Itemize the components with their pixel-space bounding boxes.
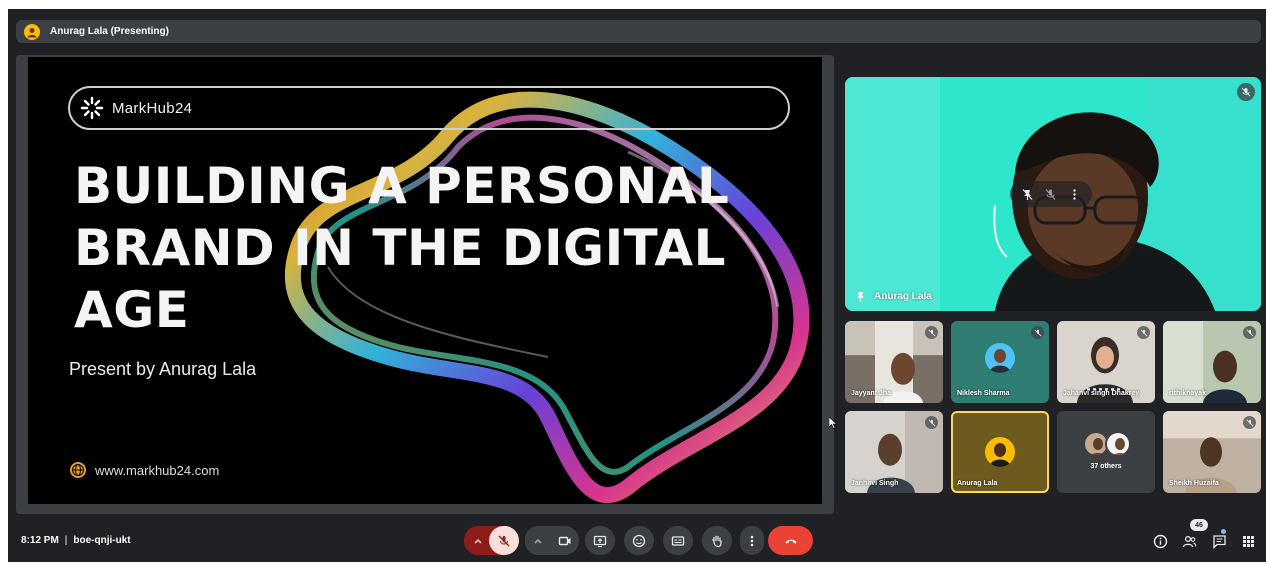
presentation-slide: MarkHub24 BUILDING A PERSONAL BRAND IN T… <box>28 57 822 504</box>
speaker-name-label: Anurag Lala <box>855 291 932 302</box>
brand-pill: MarkHub24 <box>68 86 790 130</box>
mic-off-icon <box>925 416 938 429</box>
camera-button[interactable] <box>550 526 579 555</box>
chat-icon <box>1212 534 1226 549</box>
mute-participant-button[interactable] <box>1044 188 1057 201</box>
mic-off-icon <box>1243 416 1256 429</box>
more-options-button[interactable] <box>740 526 764 555</box>
unpin-icon <box>1022 188 1033 200</box>
others-count: 37 others <box>1090 463 1122 470</box>
people-button[interactable] <box>1180 532 1198 550</box>
activities-button[interactable] <box>1239 532 1257 550</box>
video-options-button[interactable] <box>525 526 551 555</box>
speaker-name: Anurag Lala <box>874 291 932 302</box>
meeting-code: boe-qnji-ukt <box>73 535 131 546</box>
slide-title-line: BUILDING A PERSONAL <box>74 157 730 215</box>
separator: | <box>64 535 68 546</box>
emoji-icon <box>632 534 646 547</box>
participant-name: Jayyant Jha <box>851 390 892 397</box>
participant-name: Janhavi Singh <box>851 480 899 487</box>
participant-tile[interactable]: Jahanvi singh Dhakrey <box>1057 321 1155 403</box>
camera-icon <box>558 536 570 545</box>
presenter-bar: Anurag Lala (Presenting) <box>16 20 1261 43</box>
participant-tile[interactable]: Janhavi Singh <box>845 411 943 493</box>
slide-title-line: AGE <box>74 281 190 339</box>
captions-icon <box>671 535 685 546</box>
audio-options-button[interactable] <box>464 526 492 555</box>
participant-name: Anurag Lala <box>957 480 998 487</box>
captions-button[interactable] <box>663 526 693 555</box>
slide-title: BUILDING A PERSONAL BRAND IN THE DIGITAL… <box>74 155 794 341</box>
participant-avatar <box>1105 431 1131 457</box>
participant-tile[interactable]: rithiknayak <box>1163 321 1261 403</box>
pin-icon <box>857 292 864 302</box>
participant-name: Niklesh Sharma <box>957 390 1010 397</box>
clock-time: 8:12 PM <box>21 535 59 546</box>
mouse-cursor-icon <box>829 417 837 429</box>
participant-avatar <box>985 343 1015 373</box>
microphone-button[interactable] <box>489 526 519 555</box>
mic-off-icon <box>1031 326 1044 339</box>
reactions-button[interactable] <box>624 526 654 555</box>
slide-website: www.markhub24.com <box>69 461 219 479</box>
mic-off-icon <box>1137 326 1150 339</box>
participant-tile-speaking[interactable]: Anurag Lala <box>951 411 1049 493</box>
leave-call-button[interactable] <box>768 526 813 555</box>
mic-off-icon <box>1243 326 1256 339</box>
participant-tile[interactable]: Niklesh Sharma <box>951 321 1049 403</box>
participants-overflow-tile[interactable]: 37 others <box>1057 411 1155 493</box>
slide-title-line: BRAND IN THE DIGITAL <box>74 219 726 277</box>
presenter-avatar <box>24 23 40 40</box>
more-vert-icon <box>1073 188 1076 200</box>
participant-name: Sheikh Huzaifa <box>1169 480 1219 487</box>
participant-name: rithiknayak <box>1169 390 1206 397</box>
others-avatars <box>1083 431 1133 459</box>
tile-more-button[interactable] <box>1068 188 1081 201</box>
mic-off-icon <box>498 535 510 546</box>
tile-hover-controls <box>1010 181 1092 207</box>
raise-hand-icon <box>712 535 722 547</box>
people-icon <box>1182 535 1196 547</box>
participant-name: Jahanvi singh Dhakrey <box>1063 390 1140 397</box>
participant-tile[interactable]: Sheikh Huzaifa <box>1163 411 1261 493</box>
website-url: www.markhub24.com <box>95 462 220 478</box>
participant-avatar <box>985 437 1015 467</box>
present-button[interactable] <box>585 526 615 555</box>
participant-tile[interactable]: Jayyant Jha <box>845 321 943 403</box>
chevron-up-icon <box>534 538 542 544</box>
chat-button[interactable] <box>1210 532 1228 550</box>
markhub-logo-icon <box>80 96 104 120</box>
activities-icon <box>1242 535 1254 547</box>
brand-name: MarkHub24 <box>112 99 193 117</box>
speaker-tile[interactable]: Anurag Lala <box>845 77 1261 311</box>
meeting-details-button[interactable] <box>1151 532 1169 550</box>
mic-off-icon <box>925 326 938 339</box>
present-icon <box>593 535 607 547</box>
people-count-badge: 46 <box>1190 519 1208 531</box>
more-vert-icon <box>750 535 754 546</box>
mic-off-icon <box>1046 188 1056 200</box>
speaker-mic-off-icon <box>1237 83 1255 101</box>
raise-hand-button[interactable] <box>702 526 732 555</box>
info-icon <box>1153 534 1167 548</box>
presentation-area[interactable]: MarkHub24 BUILDING A PERSONAL BRAND IN T… <box>16 55 834 514</box>
slide-subtitle: Present by Anurag Lala <box>69 359 257 379</box>
meeting-info: 8:12 PM | boe-qnji-ukt <box>21 535 131 546</box>
unpin-button[interactable] <box>1021 188 1034 201</box>
end-call-icon <box>785 539 796 543</box>
chevron-up-icon <box>474 538 482 544</box>
presenter-label: Anurag Lala (Presenting) <box>50 26 169 37</box>
globe-icon <box>70 462 86 478</box>
chat-notification-dot <box>1221 529 1226 534</box>
